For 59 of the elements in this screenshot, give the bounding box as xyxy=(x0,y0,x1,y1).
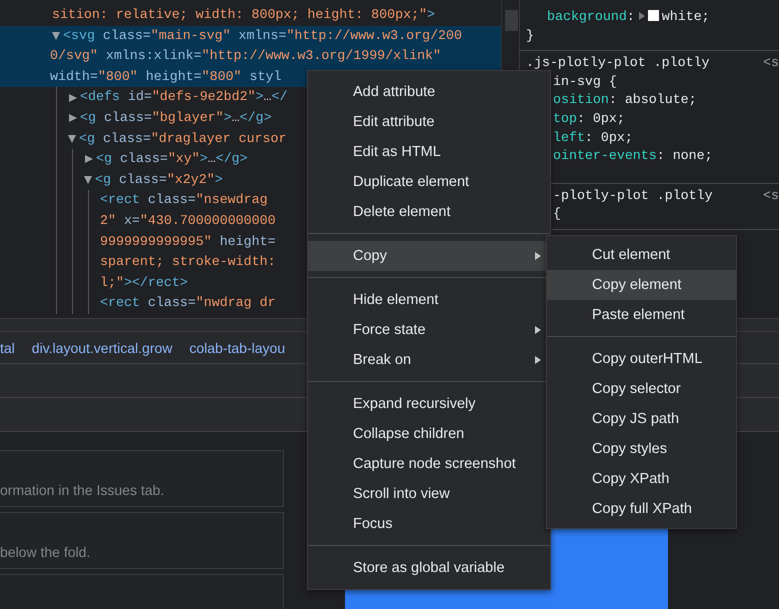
code-line: <g class="bglayer">…</g> xyxy=(80,108,272,127)
menu-item[interactable]: Store as global variable xyxy=(308,553,550,583)
code-line: 2" x="430.700000000000 xyxy=(100,212,276,230)
menu-item[interactable]: Focus xyxy=(308,509,550,539)
message-text: below the fold. xyxy=(0,544,90,560)
breadcrumb-link[interactable]: tal xyxy=(0,340,15,356)
color-swatch[interactable] xyxy=(648,10,659,21)
collapsed-triangle-icon[interactable] xyxy=(69,114,77,122)
css-selector: .js-plotly-plot .plotly xyxy=(526,54,710,72)
menu-item[interactable]: Copy outerHTML xyxy=(547,344,736,374)
menu-item[interactable]: Copy styles xyxy=(547,434,736,464)
menu-item[interactable]: Capture node screenshot xyxy=(308,449,550,479)
menu-item[interactable]: Delete element xyxy=(308,197,550,227)
css-declaration: osition: absolute; xyxy=(553,91,697,110)
collapsed-triangle-icon[interactable] xyxy=(69,94,77,102)
menu-item[interactable]: Edit attribute xyxy=(308,107,550,137)
menu-item[interactable]: Paste element xyxy=(547,300,736,330)
menu-item[interactable]: Scroll into view xyxy=(308,479,550,509)
collapsed-triangle-icon[interactable] xyxy=(85,155,93,164)
menu-item[interactable]: Edit as HTML xyxy=(308,137,550,167)
css-declaration: ointer-events: none; xyxy=(553,147,713,166)
code-line: l;"></rect> xyxy=(100,274,188,292)
css-selector: -plotly-plot .plotly xyxy=(553,186,713,205)
code-line: width="800" height="800" styl xyxy=(50,68,282,86)
menu-item[interactable]: Copy XPath xyxy=(547,464,736,494)
source-link[interactable]: <s xyxy=(763,186,779,206)
code-line: sition: relative; width: 800px; height: 800px;"> xyxy=(52,6,436,24)
menu-item[interactable]: Hide element xyxy=(308,285,550,315)
code-line: <svg class="main-svg" xmlns="http://www.w3.org/200 xyxy=(63,26,462,45)
code-line: 9999999999995" height= xyxy=(100,232,276,251)
code-line: 0/svg" xmlns:xlink="http://www.w3.org/1999/xlink" xyxy=(50,47,442,66)
menu-item[interactable]: Copy JS path xyxy=(547,404,736,434)
code-line: <defs id="defs-9e2bd2">…</ xyxy=(80,88,288,106)
code-line: <g class="xy">…</g> xyxy=(96,150,248,168)
css-selector: { xyxy=(553,205,561,224)
menu-item[interactable]: Duplicate element xyxy=(308,167,550,197)
code-line: <g class="x2y2"> xyxy=(95,170,223,189)
css-selector: } xyxy=(526,26,534,45)
expanded-triangle-icon[interactable] xyxy=(52,32,60,40)
css-selector: in-svg { xyxy=(553,72,617,91)
message-text: ormation in the Issues tab. xyxy=(0,482,164,498)
menu-item[interactable]: Cut element xyxy=(547,240,736,270)
expanded-triangle-icon[interactable] xyxy=(68,134,76,143)
css-declaration: background: white; xyxy=(547,8,710,26)
menu-item[interactable]: Copy element xyxy=(547,270,736,300)
css-declaration: left: 0px; xyxy=(553,128,633,147)
menu-item[interactable]: Copy selector xyxy=(547,374,736,404)
menu-item[interactable]: Copy full XPath xyxy=(547,494,736,524)
code-line: <g class="draglayer cursor xyxy=(79,130,286,148)
code-line: sparent; stroke-width: xyxy=(100,253,276,272)
breadcrumb-link[interactable]: div.layout.vertical.grow xyxy=(32,340,172,356)
code-line: <rect class="nsewdrag xyxy=(100,191,268,210)
code-line: <rect class="nwdrag dr xyxy=(100,294,276,312)
css-declaration: top: 0px; xyxy=(553,110,625,128)
menu-item[interactable]: Expand recursively xyxy=(308,389,550,419)
expanded-triangle-icon[interactable] xyxy=(84,176,92,184)
source-link[interactable]: <s xyxy=(763,54,779,73)
breadcrumb-link[interactable]: colab-tab-layou xyxy=(189,340,286,356)
menu-item[interactable]: Collapse children xyxy=(308,419,550,449)
